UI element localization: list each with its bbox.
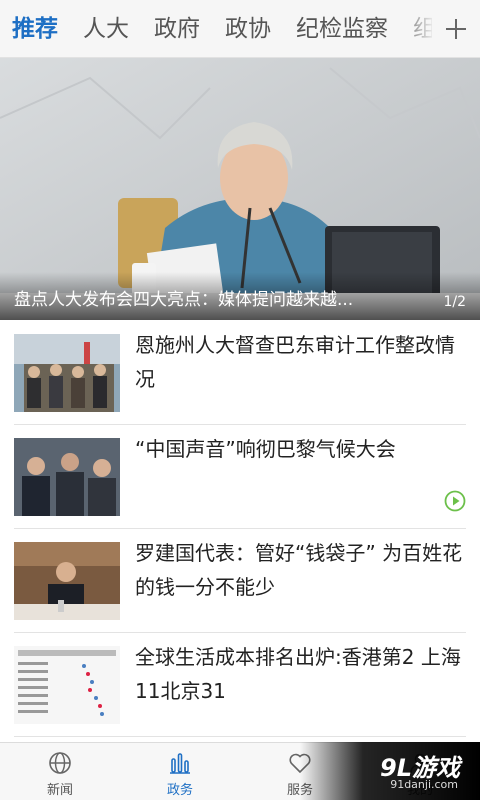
- news-thumbnail: [14, 438, 120, 516]
- video-play-icon[interactable]: [444, 490, 466, 512]
- news-thumbnail-image: [14, 334, 120, 412]
- plus-icon: [446, 19, 466, 39]
- nav-government-affairs[interactable]: 政务: [120, 743, 240, 800]
- news-title: 恩施州人大督查巴东审计工作整改情况: [135, 333, 455, 391]
- news-thumbnail: [14, 542, 120, 620]
- news-thumbnail-image: [14, 646, 120, 724]
- watermark: 9L游戏 91danji.com: [300, 742, 480, 800]
- news-thumbnail-image: [14, 438, 120, 516]
- bar-chart-icon: [170, 753, 190, 774]
- nav-label: 政务: [166, 783, 193, 798]
- channel-tab-bar: 推荐 人大 政府 政协 纪检监察 组: [0, 0, 480, 58]
- tab-cppcc[interactable]: 政协: [225, 0, 271, 57]
- divider: [14, 736, 466, 737]
- hero-page-indicator: 1/2: [443, 294, 466, 310]
- news-item[interactable]: 全球生活成本排名出炉:香港第2 上海11北京31: [14, 632, 466, 734]
- news-item[interactable]: 恩施州人大督查巴东审计工作整改情况: [14, 320, 466, 422]
- news-thumbnail-image: [14, 542, 120, 620]
- news-item[interactable]: 罗建国代表：管好“钱袋子” 为百姓花的钱一分不能少: [14, 528, 466, 630]
- news-item[interactable]: “中国声音”响彻巴黎气候大会: [14, 424, 466, 526]
- watermark-url: 91danji.com: [390, 778, 458, 791]
- add-channel-button[interactable]: [432, 0, 480, 57]
- tab-fade: [396, 0, 436, 57]
- globe-icon: [49, 752, 71, 774]
- hero-carousel[interactable]: 盘点人大发布会四大亮点：媒体提问越来越... 1/2: [0, 58, 480, 320]
- news-title: “中国声音”响彻巴黎气候大会: [135, 437, 396, 461]
- channel-tabs: 推荐 人大 政府 政协 纪检监察 组: [12, 0, 461, 57]
- tab-discipline-inspection[interactable]: 纪检监察: [296, 0, 388, 57]
- tab-recommend[interactable]: 推荐: [12, 0, 58, 57]
- tab-government[interactable]: 政府: [154, 0, 200, 57]
- hero-title: 盘点人大发布会四大亮点：媒体提问越来越...: [14, 290, 354, 310]
- news-thumbnail: [14, 646, 120, 724]
- tab-npc[interactable]: 人大: [83, 0, 129, 57]
- news-thumbnail: [14, 334, 120, 412]
- nav-news[interactable]: 新闻: [0, 743, 120, 800]
- nav-label: 新闻: [46, 783, 73, 798]
- news-title: 全球生活成本排名出炉:香港第2 上海11北京31: [135, 645, 461, 703]
- news-title: 罗建国代表：管好“钱袋子” 为百姓花的钱一分不能少: [135, 541, 463, 599]
